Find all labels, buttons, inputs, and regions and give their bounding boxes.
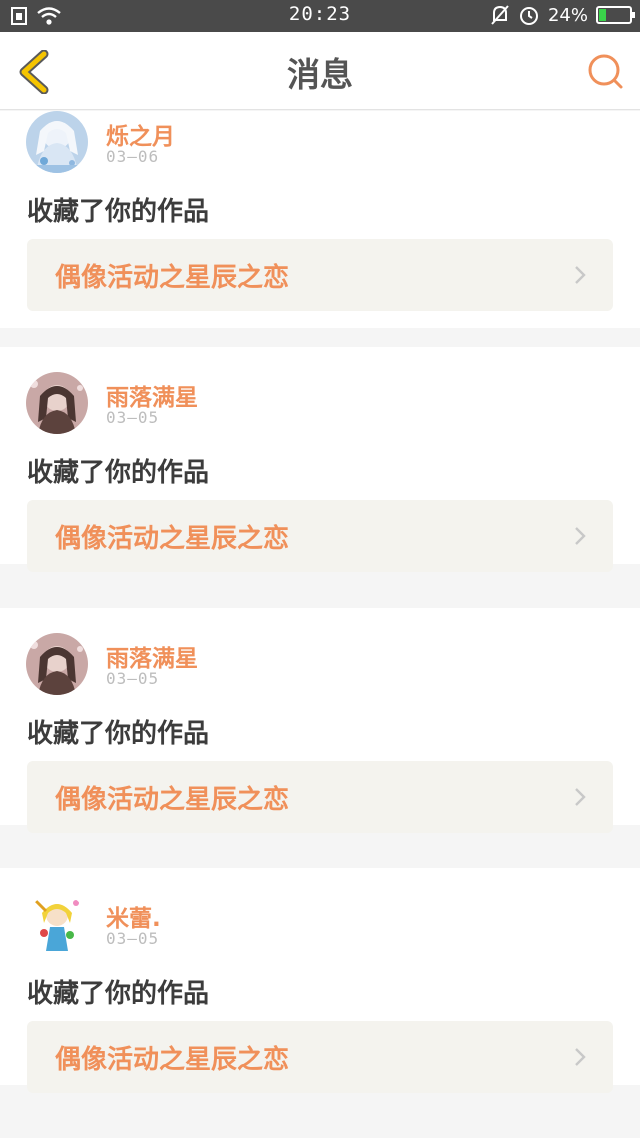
status-bar: 20:23 24%	[0, 0, 640, 32]
avatar-image	[26, 372, 88, 434]
chevron-right-icon	[575, 527, 586, 545]
page-title: 消息	[287, 55, 353, 94]
avatar[interactable]	[26, 633, 88, 695]
avatar-image	[26, 111, 88, 173]
message-date: 03—05	[106, 669, 160, 688]
message-date: 03—06	[106, 147, 160, 166]
work-link[interactable]: 偶像活动之星辰之恋	[27, 1021, 613, 1093]
username[interactable]: 雨落满星	[106, 639, 198, 673]
alarm-icon	[519, 7, 538, 25]
battery-icon	[596, 6, 635, 24]
action-text: 收藏了你的作品	[27, 197, 210, 227]
message-date: 03—05	[106, 408, 160, 427]
search-icon	[588, 54, 623, 89]
action-text: 收藏了你的作品	[27, 719, 210, 749]
chevron-right-icon	[575, 1048, 586, 1066]
work-title: 偶像活动之星辰之恋	[55, 785, 290, 815]
chevron-right-icon	[575, 788, 586, 806]
work-title: 偶像活动之星辰之恋	[55, 263, 290, 293]
mute-icon	[491, 5, 509, 25]
message-card: 烁之月 03—06 收藏了你的作品 偶像活动之星辰之恋	[0, 111, 640, 328]
avatar[interactable]	[26, 372, 88, 434]
battery-level-fill	[599, 9, 607, 21]
battery-percent: 24%	[547, 4, 588, 26]
action-text: 收藏了你的作品	[27, 979, 210, 1009]
work-link[interactable]: 偶像活动之星辰之恋	[27, 500, 613, 572]
action-text: 收藏了你的作品	[27, 458, 210, 488]
message-card: 雨落满星 03—05 收藏了你的作品 偶像活动之星辰之恋	[0, 347, 640, 572]
username[interactable]: 米蕾.	[106, 899, 161, 933]
message-card: 雨落满星 03—05 收藏了你的作品 偶像活动之星辰之恋	[0, 608, 640, 833]
avatar-image	[26, 893, 88, 955]
avatar[interactable]	[26, 893, 88, 955]
work-link[interactable]: 偶像活动之星辰之恋	[27, 761, 613, 833]
header-bar: 消息	[0, 32, 640, 110]
avatar-image	[26, 633, 88, 695]
search-button[interactable]	[586, 52, 626, 92]
chevron-right-icon	[575, 266, 586, 284]
message-card: 米蕾. 03—05 收藏了你的作品 偶像活动之星辰之恋	[0, 868, 640, 1093]
work-title: 偶像活动之星辰之恋	[55, 524, 290, 554]
username[interactable]: 雨落满星	[106, 378, 198, 412]
username[interactable]: 烁之月	[106, 117, 175, 151]
message-date: 03—05	[106, 929, 160, 948]
avatar[interactable]	[26, 111, 88, 173]
work-title: 偶像活动之星辰之恋	[55, 1045, 290, 1075]
work-link[interactable]: 偶像活动之星辰之恋	[27, 239, 613, 311]
status-right-icons: 24%	[490, 4, 635, 26]
